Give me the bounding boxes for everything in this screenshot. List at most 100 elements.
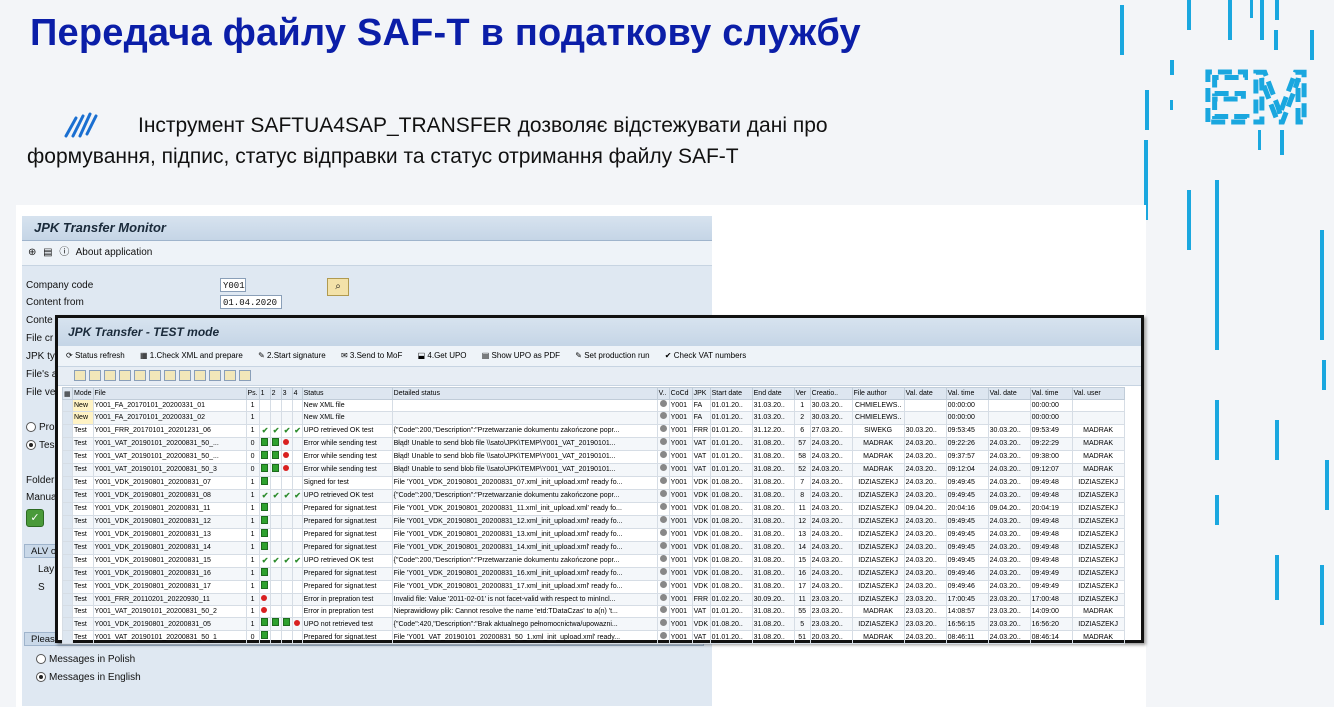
info-icon[interactable] xyxy=(659,464,667,472)
column-header[interactable]: Creatio.. xyxy=(809,387,853,400)
row-selector[interactable] xyxy=(62,411,73,425)
layout-icon[interactable] xyxy=(224,370,236,381)
subtotal-icon[interactable] xyxy=(164,370,176,381)
table-row[interactable]: Test Y001_VAT_20190101_20200831_50_... 0 Er… xyxy=(62,436,1125,451)
row-selector[interactable] xyxy=(62,579,73,594)
row-selector[interactable] xyxy=(62,630,73,645)
sort-desc-icon[interactable] xyxy=(104,370,116,381)
show-upo-pdf-button[interactable]: ▤ Show UPO as PDF xyxy=(482,351,560,360)
print-icon[interactable] xyxy=(179,370,191,381)
messages-english-radio[interactable]: Messages in English xyxy=(36,672,141,683)
info-icon[interactable] xyxy=(659,516,667,524)
start-signature-button[interactable]: ✎ 2.Start signature xyxy=(258,351,326,360)
table-row[interactable]: New Y001_FA_20170101_20200331_02 1 New XML … xyxy=(62,411,1125,425)
check-xml-button[interactable]: ▦ 1.Check XML and prepare xyxy=(140,351,243,360)
info-icon[interactable] xyxy=(659,542,667,550)
filter-icon[interactable] xyxy=(134,370,146,381)
table-row[interactable]: Test Y001_VDK_20190801_20200831_07 1 Signed… xyxy=(62,475,1125,490)
column-header[interactable]: File xyxy=(92,387,247,400)
table-row[interactable]: Test Y001_VDK_20190801_20200831_05 1 UPO no… xyxy=(62,617,1125,632)
column-header[interactable]: Ps. xyxy=(245,387,260,400)
table-row[interactable]: Test Y001_VDK_20190801_20200831_14 1 Prepar… xyxy=(62,540,1125,555)
row-selector[interactable] xyxy=(62,488,73,503)
row-selector[interactable] xyxy=(62,592,73,606)
execute-icon[interactable]: ⊕ xyxy=(28,247,36,258)
info-icon[interactable] xyxy=(659,438,667,446)
row-selector[interactable] xyxy=(62,501,73,516)
column-header[interactable]: File author xyxy=(851,387,905,400)
column-header[interactable]: Val. date xyxy=(987,387,1031,400)
info-icon[interactable] xyxy=(659,477,667,485)
row-selector[interactable] xyxy=(62,566,73,581)
table-row[interactable]: Test Y001_VAT_20190101_20200831_50_3 0 Erro… xyxy=(62,462,1125,477)
info-icon[interactable] xyxy=(659,412,667,420)
row-selector[interactable] xyxy=(62,540,73,555)
info-icon[interactable] xyxy=(659,555,667,563)
column-header[interactable]: Ver xyxy=(793,387,811,400)
column-header[interactable]: CoCd xyxy=(668,387,693,400)
info-icon[interactable] xyxy=(659,490,667,498)
info-icon[interactable] xyxy=(659,568,667,576)
info-icon[interactable] xyxy=(659,606,667,614)
row-selector[interactable] xyxy=(62,462,73,477)
column-header[interactable]: 2 xyxy=(269,387,282,400)
company-code-input[interactable]: Y001 xyxy=(220,278,246,292)
row-selector[interactable] xyxy=(62,449,73,464)
table-row[interactable]: Test Y001_VDK_20190801_20200831_13 1 Prepar… xyxy=(62,527,1125,542)
row-selector[interactable] xyxy=(62,527,73,542)
info-icon[interactable] xyxy=(659,581,667,589)
info-icon[interactable] xyxy=(659,451,667,459)
info-icon[interactable] xyxy=(659,400,667,408)
details-icon[interactable] xyxy=(74,370,86,381)
test-radio[interactable]: Tes xyxy=(26,440,55,451)
info-icon[interactable] xyxy=(659,425,667,433)
table-row[interactable]: Test Y001_VDK_20190801_20200831_11 1 Prepar… xyxy=(62,501,1125,516)
row-selector[interactable] xyxy=(62,553,73,568)
select-all-icon[interactable]: ▦ xyxy=(62,387,73,400)
search-help-icon[interactable]: ⌕ xyxy=(327,278,349,296)
save-checkbox-label[interactable]: S xyxy=(38,582,45,593)
column-header[interactable]: End date xyxy=(751,387,795,400)
send-to-mof-button[interactable]: ✉ 3.Send to MoF xyxy=(341,351,402,360)
export-icon[interactable] xyxy=(209,370,221,381)
row-selector[interactable] xyxy=(62,436,73,451)
column-header[interactable]: Val. time xyxy=(1029,387,1073,400)
info-icon[interactable] xyxy=(659,618,667,626)
find-icon[interactable] xyxy=(119,370,131,381)
info-icon[interactable] xyxy=(659,594,667,601)
row-selector[interactable] xyxy=(62,617,73,632)
row-selector[interactable] xyxy=(62,604,73,619)
column-header[interactable]: Val. date xyxy=(903,387,947,400)
column-header[interactable]: Detailed status xyxy=(391,387,658,400)
table-row[interactable]: Test Y001_VAT_20190101_20200831_50_2 1 Erro… xyxy=(62,604,1125,619)
column-header[interactable]: V.. xyxy=(656,387,670,400)
table-row[interactable]: Test Y001_VDK_20190801_20200831_08 1 ✔ ✔ ✔ ✔ UP… xyxy=(62,488,1125,503)
row-selector[interactable] xyxy=(62,423,73,438)
table-row[interactable]: Test Y001_FRR_20170101_20201231_06 1 ✔ ✔ ✔ ✔ UP… xyxy=(62,423,1125,438)
status-refresh-button[interactable]: ⟳ Status refresh xyxy=(66,351,125,360)
row-selector[interactable] xyxy=(62,514,73,529)
info-icon[interactable] xyxy=(659,529,667,537)
table-row[interactable]: Test Y001_FRR_20110201_20220930_11 1 Error … xyxy=(62,592,1125,606)
column-header[interactable]: 1 xyxy=(258,387,271,400)
column-header[interactable]: Start date xyxy=(709,387,753,400)
table-row[interactable]: Test Y001_VDK_20190801_20200831_15 1 ✔ ✔ ✔ ✔ UP… xyxy=(62,553,1125,568)
column-header[interactable]: Status xyxy=(301,387,393,400)
info-icon[interactable] xyxy=(659,631,667,639)
views-icon[interactable] xyxy=(194,370,206,381)
table-row[interactable]: New Y001_FA_20170101_20200331_01 1 New XML … xyxy=(62,398,1125,413)
column-header[interactable]: Val. time xyxy=(945,387,989,400)
set-production-run-button[interactable]: ✎ Set production run xyxy=(575,351,649,360)
check-vat-numbers-button[interactable]: ✔ Check VAT numbers xyxy=(665,351,746,360)
messages-polish-radio[interactable]: Messages in Polish xyxy=(36,654,135,665)
table-row[interactable]: Test Y001_VAT_20190101_20200831_50_1 0 Prep… xyxy=(62,630,1125,645)
table-row[interactable]: Test Y001_VDK_20190801_20200831_17 1 Prepar… xyxy=(62,579,1125,594)
get-upo-button[interactable]: ⬓ 4.Get UPO xyxy=(418,351,467,360)
sort-asc-icon[interactable] xyxy=(89,370,101,381)
variant-icon[interactable]: ▤ xyxy=(43,247,52,258)
content-from-input[interactable]: 01.04.2020 xyxy=(220,295,282,309)
column-header[interactable]: 4 xyxy=(291,387,303,400)
graphic-icon[interactable] xyxy=(239,370,251,381)
column-header[interactable]: JPK xyxy=(691,387,711,400)
column-header[interactable]: 3 xyxy=(280,387,293,400)
